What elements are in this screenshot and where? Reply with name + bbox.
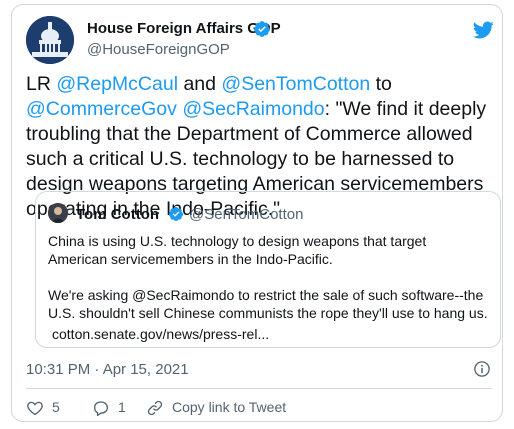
quote-paragraph: We're asking @SecRaimondo to restrict th… — [48, 287, 488, 321]
account-name[interactable]: House Foreign Affairs GOP — [87, 20, 281, 37]
tweet-card: House Foreign Affairs GOP @HouseForeignG… — [11, 4, 503, 422]
mention-commercegov[interactable]: @CommerceGov — [26, 98, 177, 120]
verified-badge-icon — [168, 207, 183, 221]
quoted-tweet[interactable]: Tom Cotton @SenTomCotton China is using … — [35, 191, 501, 348]
like-count: 5 — [52, 399, 60, 415]
tweet-prefix: LR — [26, 73, 57, 95]
quote-link[interactable]: cotton.senate.gov/news/press-rel... — [52, 326, 269, 342]
quote-avatar[interactable] — [48, 203, 68, 223]
reply-count: 1 — [118, 399, 126, 415]
tweet-timestamp[interactable]: 10:31 PM · Apr 15, 2021 — [26, 361, 189, 378]
verified-badge-icon — [254, 21, 270, 37]
twitter-bird-icon[interactable] — [472, 19, 494, 41]
mention-sentomcotton[interactable]: @SenTomCotton — [221, 73, 370, 95]
tweet-to: to — [370, 73, 392, 95]
quote-account-name[interactable]: Tom Cotton — [76, 206, 159, 223]
account-handle[interactable]: @HouseForeignGOP — [87, 41, 230, 58]
copy-link-button[interactable]: Copy link to Tweet — [146, 397, 296, 419]
capitol-dome-icon — [26, 16, 74, 64]
divider — [26, 388, 492, 389]
tweet-and: and — [178, 73, 222, 95]
mention-secraimondo[interactable]: @SecRaimondo — [182, 98, 324, 120]
link-icon — [147, 400, 163, 416]
reply-button[interactable]: 1 — [92, 397, 132, 419]
heart-icon — [27, 401, 43, 416]
reply-icon — [93, 401, 109, 417]
quote-account-handle[interactable]: @SenTomCotton — [189, 206, 303, 223]
person-avatar-icon — [48, 203, 68, 223]
info-icon[interactable] — [473, 360, 491, 378]
mention-repmccaul[interactable]: @RepMcCaul — [56, 73, 178, 95]
quote-paragraph: China is using U.S. technology to design… — [48, 233, 427, 267]
account-avatar[interactable] — [26, 16, 74, 64]
quote-text: China is using U.S. technology to design… — [48, 232, 488, 340]
like-button[interactable]: 5 — [26, 397, 66, 419]
copy-link-label: Copy link to Tweet — [172, 399, 287, 415]
